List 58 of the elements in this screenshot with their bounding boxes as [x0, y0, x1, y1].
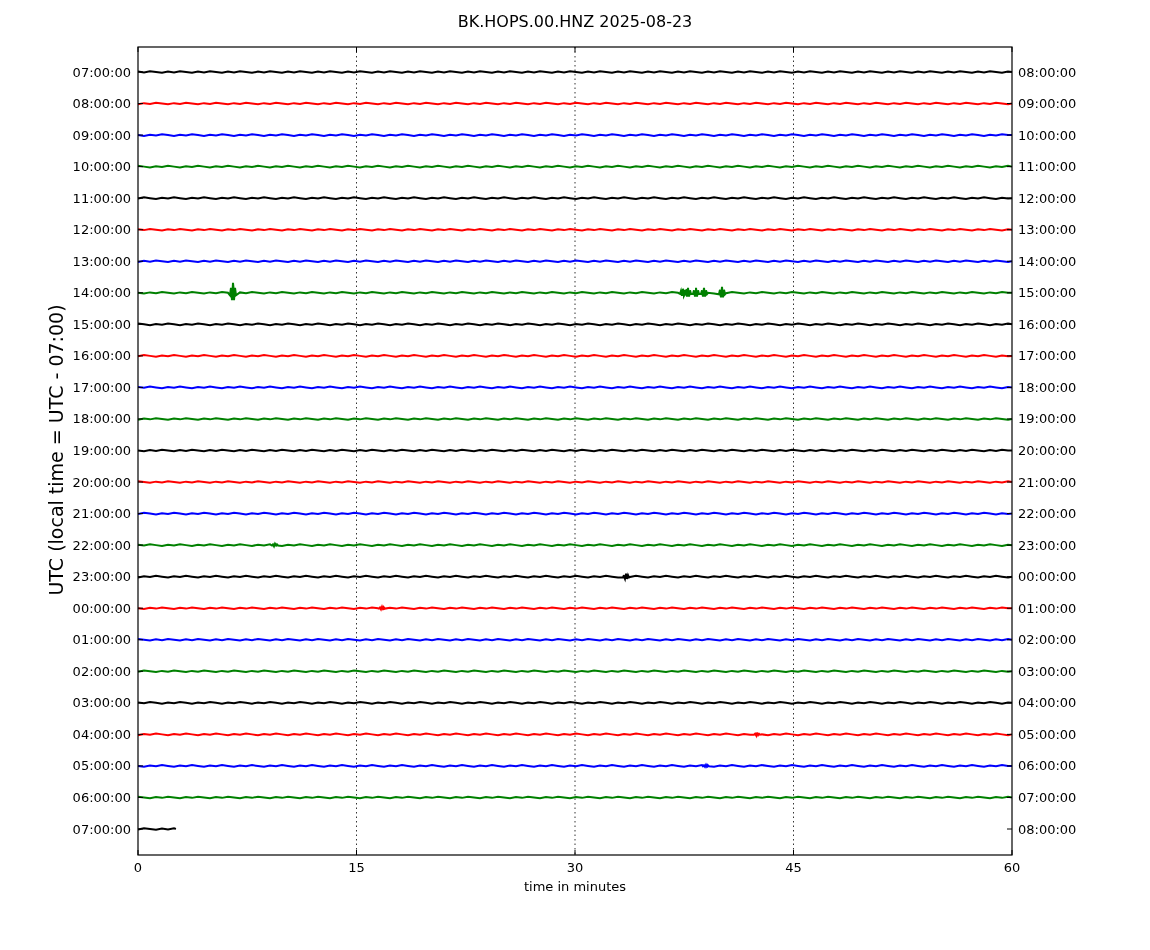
time-label: 12:00:00	[72, 222, 131, 238]
time-label: 09:00:00	[1018, 96, 1077, 112]
time-label: 17:00:00	[72, 379, 131, 395]
time-label: 01:00:00	[72, 632, 131, 648]
time-label: 13:00:00	[1018, 222, 1077, 238]
time-label: 18:00:00	[1018, 379, 1077, 395]
time-label: 21:00:00	[1018, 474, 1077, 490]
time-label: 04:00:00	[1018, 695, 1077, 711]
time-label: 03:00:00	[1018, 663, 1077, 679]
time-label: 06:00:00	[1018, 758, 1077, 774]
time-label: 17:00:00	[1018, 348, 1077, 364]
tick-label: 0	[133, 860, 143, 875]
time-label: 23:00:00	[72, 569, 131, 585]
time-label: 05:00:00	[72, 758, 131, 774]
time-label: 07:00:00	[72, 821, 131, 837]
time-label: 06:00:00	[72, 789, 131, 805]
time-label: 13:00:00	[72, 253, 131, 269]
time-label: 12:00:00	[1018, 190, 1077, 206]
tick-label: 60	[1003, 860, 1021, 875]
time-label: 22:00:00	[1018, 506, 1077, 522]
time-label: 02:00:00	[72, 663, 131, 679]
time-label: 08:00:00	[1018, 821, 1077, 837]
time-label: 10:00:00	[1018, 127, 1077, 143]
time-label: 19:00:00	[1018, 411, 1077, 427]
time-label: 15:00:00	[1018, 285, 1077, 301]
time-label: 20:00:00	[72, 474, 131, 490]
time-label: 11:00:00	[1018, 159, 1077, 175]
time-label: 14:00:00	[72, 285, 131, 301]
time-label: 07:00:00	[72, 64, 131, 80]
time-label: 16:00:00	[72, 348, 131, 364]
time-label: 05:00:00	[1018, 726, 1077, 742]
time-label: 15:00:00	[72, 316, 131, 332]
tick-label: 15	[348, 860, 365, 875]
tick-label: 30	[566, 860, 584, 875]
axis-label: time in minutes	[523, 879, 627, 894]
time-label: 21:00:00	[72, 506, 131, 522]
time-label: 19:00:00	[72, 443, 131, 458]
time-label: 18:00:00	[72, 411, 131, 427]
time-label: 00:00:00	[1018, 569, 1077, 585]
time-label: 02:00:00	[1018, 632, 1077, 648]
time-label: 09:00:00	[72, 127, 131, 143]
chart-title: BK.HOPS.00.HNZ 2025-08-23	[457, 12, 693, 31]
time-label: 11:00:00	[72, 190, 131, 206]
time-label: 01:00:00	[1018, 600, 1077, 616]
time-label: 10:00:00	[72, 159, 131, 175]
time-label: 08:00:00	[1018, 64, 1077, 80]
time-label: 20:00:00	[1018, 443, 1077, 458]
time-label: 03:00:00	[72, 695, 131, 711]
time-label: 23:00:00	[1018, 537, 1077, 553]
time-label: 04:00:00	[72, 726, 131, 742]
time-label: 16:00:00	[1018, 316, 1077, 332]
tick-label: 45	[785, 860, 802, 875]
axis-label: UTC (local time = UTC - 07:00)	[45, 304, 67, 596]
time-label: 07:00:00	[1018, 789, 1077, 805]
time-label: 14:00:00	[1018, 253, 1077, 269]
time-label: 08:00:00	[72, 96, 131, 112]
time-label: 00:00:00	[72, 600, 131, 616]
time-label: 22:00:00	[72, 537, 131, 553]
